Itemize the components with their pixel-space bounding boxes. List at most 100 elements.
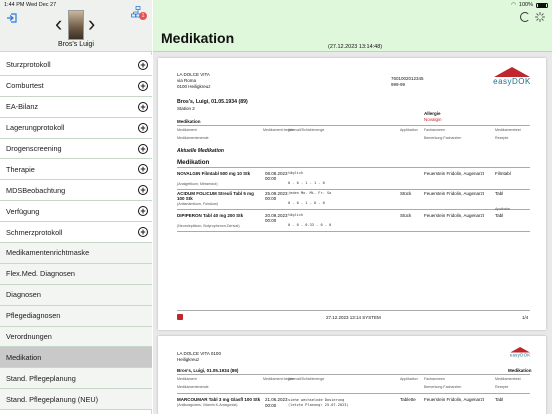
loading-spinner-icon xyxy=(535,12,545,22)
org-street: via Roma xyxy=(177,78,197,83)
expand-plus-icon[interactable]: + xyxy=(138,206,148,217)
logout-icon[interactable] xyxy=(6,12,18,24)
med-row-freq: täglich xyxy=(288,171,304,175)
next-patient-button[interactable]: › xyxy=(88,13,95,35)
p2-col-rest: Medikamentrest xyxy=(495,377,521,381)
sidebar-item-label: Drogenscreening xyxy=(6,144,62,153)
p2-col-rezepte: Rezepte xyxy=(495,385,509,389)
battery-icon xyxy=(536,2,548,8)
med-row-divider xyxy=(177,231,530,232)
med-row-name: NOVALGIN Filmtabl 500 mg 10 Stk xyxy=(177,171,251,176)
wifi-icon: ◠ xyxy=(511,2,516,8)
sidebar-item-label: Therapie xyxy=(6,164,35,174)
expand-plus-icon[interactable]: + xyxy=(138,143,148,154)
patient-line: Bros's, Luigi, 01.05.1934 (89) xyxy=(177,99,248,105)
p2-org-city: Heiligkreuz xyxy=(177,357,200,362)
med-row-freq: täglich xyxy=(288,213,304,217)
p2-section: Medikation xyxy=(508,368,532,373)
sidebar-item-verf-gung[interactable]: Verfügung + xyxy=(0,201,152,223)
p2-patient-line: Bros's, Luigi, 01.05.1934 (89) xyxy=(177,368,239,373)
logo-text: easyDOK xyxy=(493,77,531,86)
sidebar-item-label: Verordnungen xyxy=(6,332,52,342)
sidebar-item-stand-pflegeplanung[interactable]: Stand. Pflegeplanung xyxy=(0,368,152,390)
footer-page: 1/4 xyxy=(522,315,529,320)
med-row-doctor: Feuerstein Fridolin, Augenarzt xyxy=(424,171,485,176)
sidebar-item-label: MDSBeobachtung xyxy=(6,185,66,195)
col-bemerkung: Bemerkung Facharzten xyxy=(424,136,462,140)
col-medikamentenende: Medikamentenende xyxy=(177,136,209,140)
med-row-doctor: Feuerstein Fridolin, Augenarzt xyxy=(424,213,485,218)
expand-plus-icon[interactable]: + xyxy=(138,60,148,70)
sidebar-item-label: Stand. Pflegeplanung xyxy=(6,373,76,383)
p2-row-freq2: (letzte Planung: 25.07.2023) xyxy=(288,403,349,407)
aktuelle-medikation-heading: Aktuelle Medikation xyxy=(177,148,224,154)
col-medikament: Medikament xyxy=(177,128,197,132)
sidebar-item-medikation[interactable]: Medikation xyxy=(0,347,152,369)
med-row-dose: 0 - 0 - 1 - 1 - 0 xyxy=(288,181,325,185)
p2-row-note: Tabl xyxy=(495,397,504,402)
sidebar-item-diagnosen[interactable]: Diagnosen xyxy=(0,284,152,306)
document-page-1[interactable]: LA DOLCE VITA via Roma 0100 Heiligkreuz … xyxy=(158,58,546,330)
sidebar-item-label: Lagerungprotokoll xyxy=(6,123,65,133)
sidebar-item-flex-med-diagnosen[interactable]: Flex.Med. Diagnosen xyxy=(0,263,152,285)
med-row-time: 00:00 xyxy=(265,218,277,223)
sidebar-item-sturzprotokoll[interactable]: Sturzprotokoll + xyxy=(0,55,152,76)
patient-name: Bros's Luigi xyxy=(58,41,94,48)
medikation-heading: Medikation xyxy=(177,159,210,166)
med-row-name: ACIDUM FOLICUM Streuli Tabl 5 mg 100 Stk xyxy=(177,191,254,201)
p2-col-medikament: Medikament xyxy=(177,377,197,381)
sidebar-item-label: Medikamentenrichtmaske xyxy=(6,248,90,258)
p2-row-date: 21.06.2023 xyxy=(265,397,288,402)
sidebar-item-label: Comburtest xyxy=(6,81,44,91)
sidebar-item-comburtest[interactable]: Comburtest + xyxy=(0,75,152,97)
expand-plus-icon[interactable]: + xyxy=(138,164,148,175)
med-row-applikation: Stück xyxy=(400,213,412,218)
sidebar-item-pflegediagnosen[interactable]: Pflegediagnosen xyxy=(0,305,152,327)
p2-row-name: MARCOUMAR Tabl 3 mg Glasfl 100 Stk xyxy=(177,397,261,402)
sidebar-item-ea-bilanz[interactable]: EA-Bilanz + xyxy=(0,96,152,118)
sidebar-item-therapie[interactable]: Therapie + xyxy=(0,159,152,181)
notification-badge: 1 xyxy=(139,12,147,20)
sidebar-item-verordnungen[interactable]: Verordnungen xyxy=(0,326,152,348)
status-date: Wed Dec 27 xyxy=(26,2,57,8)
col-facharzt: Facharzneen xyxy=(424,128,445,132)
p2-row-applikation: Tablette xyxy=(400,397,416,402)
sidebar-item-label: Pflegediagnosen xyxy=(6,311,61,321)
med-row-sub: (Neuroleptikum, Butyrophenon-Derivat) xyxy=(177,224,240,228)
previous-patient-button[interactable]: ‹ xyxy=(55,13,62,35)
easydok-logo: easyDOK xyxy=(490,67,534,91)
med-row-sub: (Analgetikum, Metamizol) xyxy=(177,182,218,186)
sidebar-item-label: Schmerzprotokoll xyxy=(6,227,63,237)
refresh-icon[interactable] xyxy=(520,12,530,22)
p2-col-facharzt: Facharzneen xyxy=(424,377,445,381)
document-page-2[interactable]: LA DOLCE VITA 0100 Heiligkreuz easyDOK B… xyxy=(158,336,546,414)
apotheke-label: Apotheke xyxy=(495,207,511,211)
sidebar-item-label: Flex.Med. Diagnosen xyxy=(6,269,75,279)
expand-plus-icon[interactable]: + xyxy=(138,227,148,238)
med-row-time: 00:00 xyxy=(265,196,277,201)
document-timestamp: (27.12.2023 13:14:48) xyxy=(328,44,383,50)
expand-plus-icon[interactable]: + xyxy=(138,80,148,91)
sidebar-item-medikamentenrichtmaske[interactable]: Medikamentenrichtmaske xyxy=(0,243,152,264)
med-row-note: Tabl xyxy=(495,191,504,196)
med-row-divider xyxy=(177,189,530,190)
sidebar-item-lagerungprotokoll[interactable]: Lagerungprotokoll + xyxy=(0,117,152,139)
page-title: Medikation xyxy=(161,30,235,46)
p2-org-name: LA DOLCE VITA 0100 xyxy=(177,351,221,356)
sidebar-item-drogenscreening[interactable]: Drogenscreening + xyxy=(0,138,152,160)
med-row-name: DIPIPERON Tabl 40 mg 200 Stk xyxy=(177,213,244,218)
expand-plus-icon[interactable]: + xyxy=(138,101,148,112)
battery-level: 100% xyxy=(518,2,533,8)
med-row-freq: jeden Mo. Mi. Fr. So xyxy=(288,191,332,195)
sidebar-item-label: Diagnosen xyxy=(6,290,41,300)
expand-plus-icon[interactable]: + xyxy=(138,185,148,196)
org-fax: 999-99 xyxy=(391,82,406,87)
sidebar-item-mdsbeobachtung[interactable]: MDSBeobachtung + xyxy=(0,180,152,202)
med-row-note: Tabl xyxy=(495,213,504,218)
sidebar-item-schmerzprotokoll[interactable]: Schmerzprotokoll + xyxy=(0,222,152,244)
org-phone: 7601002012345 xyxy=(391,76,424,81)
divider xyxy=(177,393,530,394)
med-row-time: 00:00 xyxy=(265,176,277,181)
sidebar-item-stand-pflegeplanung-neu[interactable]: Stand. Pflegeplanung (NEU) xyxy=(0,389,152,411)
expand-plus-icon[interactable]: + xyxy=(138,122,148,133)
